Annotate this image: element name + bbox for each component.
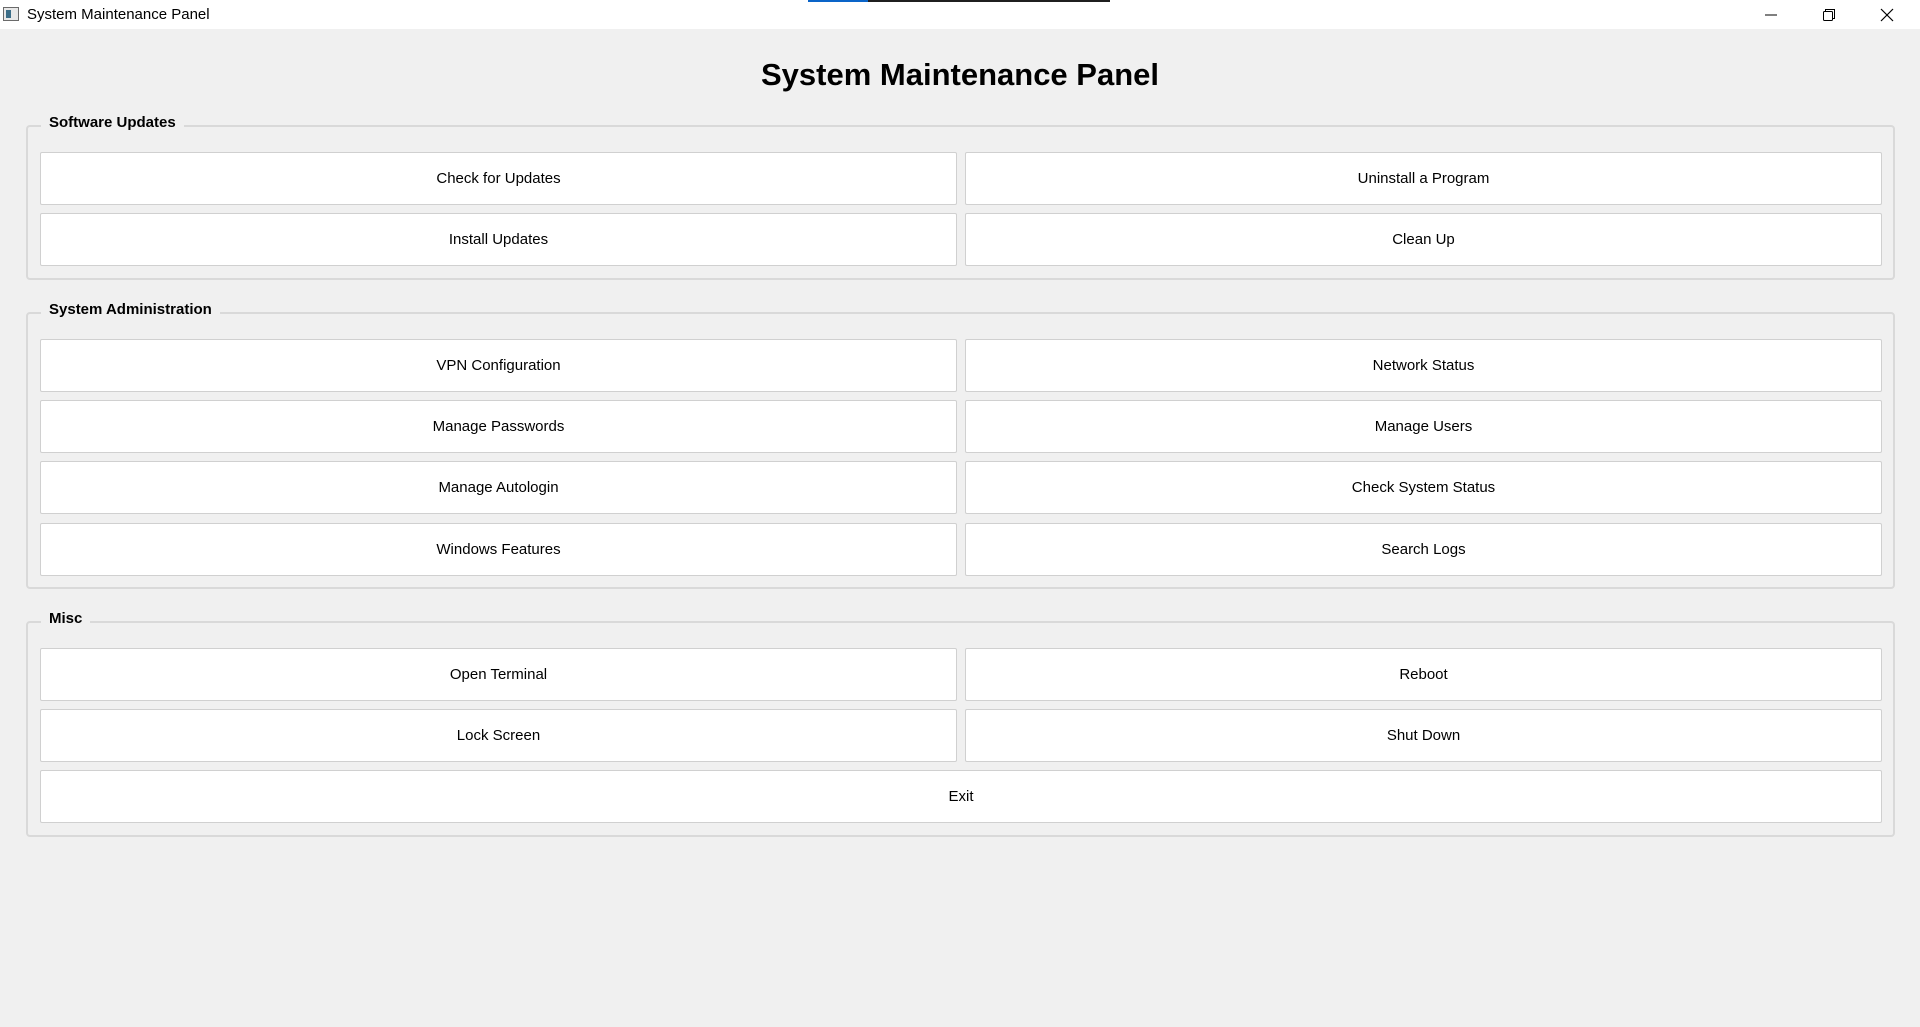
window-title: System Maintenance Panel xyxy=(27,6,210,23)
group-label-misc: Misc xyxy=(41,609,91,629)
page-title: System Maintenance Panel xyxy=(761,57,1159,92)
app-window-icon xyxy=(3,7,19,21)
title-progress-fill xyxy=(808,0,869,2)
exit-button[interactable]: Exit xyxy=(40,770,1882,823)
maximize-button[interactable] xyxy=(1800,0,1858,29)
check-for-updates-button[interactable]: Check for Updates xyxy=(40,152,957,205)
windows-features-button[interactable]: Windows Features xyxy=(40,523,957,576)
search-logs-button[interactable]: Search Logs xyxy=(965,523,1882,576)
shut-down-button[interactable]: Shut Down xyxy=(965,709,1882,762)
install-updates-button[interactable]: Install Updates xyxy=(40,213,957,266)
uninstall-program-button[interactable]: Uninstall a Program xyxy=(965,152,1882,205)
clean-up-button[interactable]: Clean Up xyxy=(965,213,1882,266)
app-window: System Maintenance Panel System Maintena… xyxy=(0,0,1920,1027)
close-button[interactable] xyxy=(1858,0,1916,29)
minimize-button[interactable] xyxy=(1742,0,1800,29)
reboot-button[interactable]: Reboot xyxy=(965,648,1882,701)
system-administration-group: System Administration VPN Configuration … xyxy=(26,300,1895,589)
lock-screen-button[interactable]: Lock Screen xyxy=(40,709,957,762)
group-label-software-updates: Software Updates xyxy=(41,113,184,133)
misc-group: Misc Open Terminal Reboot Lock Screen Sh… xyxy=(26,609,1895,837)
check-system-status-button[interactable]: Check System Status xyxy=(965,461,1882,514)
manage-autologin-button[interactable]: Manage Autologin xyxy=(40,461,957,514)
title-bar[interactable]: System Maintenance Panel xyxy=(0,0,1920,29)
vpn-configuration-button[interactable]: VPN Configuration xyxy=(40,339,957,392)
restore-icon xyxy=(1823,8,1835,21)
group-label-system-administration: System Administration xyxy=(41,300,220,320)
manage-users-button[interactable]: Manage Users xyxy=(965,400,1882,453)
software-updates-group: Software Updates Check for Updates Unins… xyxy=(26,113,1895,280)
open-terminal-button[interactable]: Open Terminal xyxy=(40,648,957,701)
minimize-icon xyxy=(1765,14,1777,15)
manage-passwords-button[interactable]: Manage Passwords xyxy=(40,400,957,453)
title-progress-bar xyxy=(808,0,1110,2)
network-status-button[interactable]: Network Status xyxy=(965,339,1882,392)
close-icon xyxy=(1880,8,1894,21)
